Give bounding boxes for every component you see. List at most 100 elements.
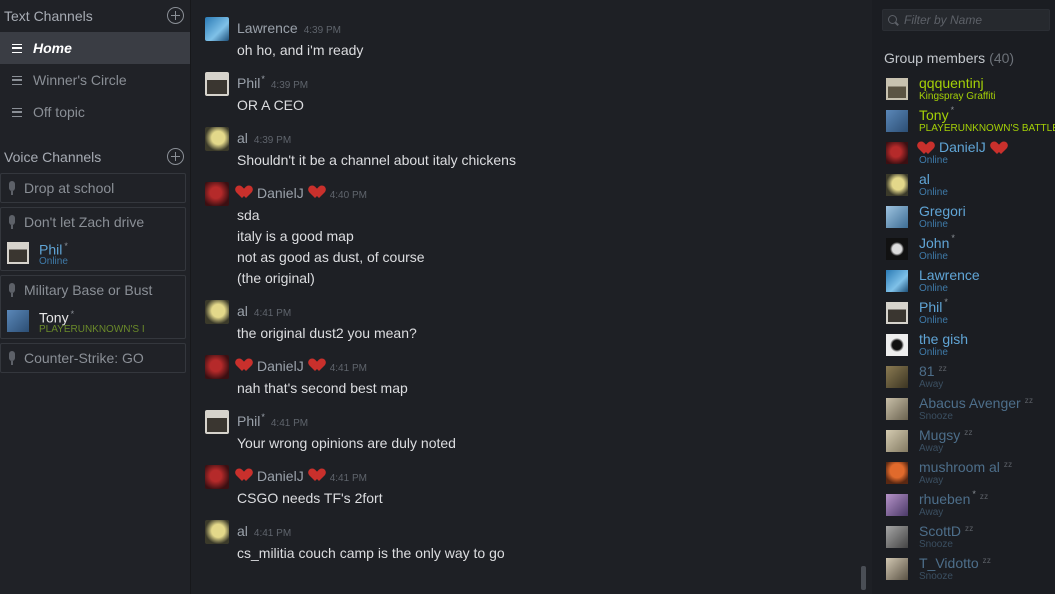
add-text-channel-icon[interactable] xyxy=(167,7,184,24)
voice-channel-label: Drop at school xyxy=(24,180,115,196)
text-channel-off-topic[interactable]: Off topic xyxy=(0,96,190,128)
snooze-icon: z z xyxy=(1003,460,1012,469)
message-header: DanielJ 4:41 PM xyxy=(237,468,367,484)
member-item[interactable]: Lawrence Online xyxy=(872,265,1055,297)
author-star: * xyxy=(261,74,265,84)
avatar[interactable] xyxy=(205,127,229,151)
group-chat-window: Text Channels Home Winner's Circle Off t… xyxy=(0,0,1055,594)
voice-user-phil[interactable]: Phil * Online xyxy=(1,236,185,270)
member-name: qqquentinj xyxy=(919,76,996,91)
member-name: T_Vidotto z z xyxy=(919,556,991,571)
avatar[interactable] xyxy=(205,72,229,96)
message-body: Shouldn't it be a channel about italy ch… xyxy=(237,150,516,171)
member-list: qqquentinj Kingspray Graffiti Tony * PLAYERU… xyxy=(872,73,1055,585)
message-body: cs_militia couch camp is the only way to… xyxy=(237,543,505,564)
member-item[interactable]: Gregori Online xyxy=(872,201,1055,233)
message-header: DanielJ 4:41 PM xyxy=(237,358,367,374)
voice-channel-military-base-or-bust[interactable]: Military Base or Bust Tony * PLAYERUNKNOW… xyxy=(0,275,186,339)
text-channel-winners-circle[interactable]: Winner's Circle xyxy=(0,64,190,96)
avatar[interactable] xyxy=(205,520,229,544)
member-name-text: the gish xyxy=(919,331,969,347)
voice-user-tony[interactable]: Tony * PLAYERUNKNOWN'S I xyxy=(1,304,185,338)
message-line: italy is a good map xyxy=(237,228,354,244)
avatar[interactable] xyxy=(205,300,229,324)
microphone-icon xyxy=(7,215,17,229)
member-star: * xyxy=(951,233,955,243)
voice-channels-header: Voice Channels xyxy=(0,141,190,173)
message-line: nah that's second best map xyxy=(237,380,408,396)
chat-scrollbar[interactable] xyxy=(861,566,866,590)
message-author[interactable]: al xyxy=(237,523,248,539)
voice-user-name: Phil * xyxy=(39,240,68,258)
add-voice-channel-icon[interactable] xyxy=(167,148,184,165)
member-name-text: al xyxy=(919,171,930,187)
member-name: rhueben * z z xyxy=(919,489,988,507)
avatar xyxy=(886,494,908,516)
message-time: 4:41 PM xyxy=(253,308,292,319)
member-item[interactable]: John * Online xyxy=(872,233,1055,265)
message-time: 4:39 PM xyxy=(253,135,292,146)
message-author[interactable]: al xyxy=(237,130,248,146)
message-author[interactable]: al xyxy=(237,303,248,319)
member-filter-input[interactable] xyxy=(904,13,1044,27)
avatar[interactable] xyxy=(205,465,229,489)
text-channel-home[interactable]: Home xyxy=(0,32,190,64)
avatar xyxy=(886,78,908,100)
member-item[interactable]: ScottD z z Snooze xyxy=(872,521,1055,553)
snooze-icon: z z xyxy=(965,524,973,533)
avatar[interactable] xyxy=(205,182,229,206)
message-author[interactable]: DanielJ xyxy=(257,358,304,374)
avatar[interactable] xyxy=(205,355,229,379)
voice-channel-drop-at-school[interactable]: Drop at school xyxy=(0,173,186,203)
message-line: cs_militia couch camp is the only way to… xyxy=(237,545,505,561)
avatar[interactable] xyxy=(205,410,229,434)
voice-channel-header[interactable]: Drop at school xyxy=(1,174,185,202)
member-status: Away xyxy=(919,443,944,454)
message-header: Phil * 4:41 PM xyxy=(237,412,309,429)
avatar xyxy=(7,310,29,332)
member-item[interactable]: DanielJ Online xyxy=(872,137,1055,169)
member-item[interactable]: the gish Online xyxy=(872,329,1055,361)
message-author[interactable]: Phil xyxy=(237,413,260,429)
message-author[interactable]: DanielJ xyxy=(257,185,304,201)
member-name: Gregori xyxy=(919,204,966,219)
message-author[interactable]: DanielJ xyxy=(257,468,304,484)
voice-channel-header[interactable]: Military Base or Bust xyxy=(1,276,185,304)
message-line: Your wrong opinions are duly noted xyxy=(237,435,456,451)
avatar xyxy=(886,334,908,356)
message-line: the original dust2 you mean? xyxy=(237,325,417,341)
member-item[interactable]: Tony * PLAYERUNKNOWN'S BATTLE xyxy=(872,105,1055,137)
voice-channels-label: Voice Channels xyxy=(4,149,102,165)
member-item[interactable]: Mugsy z z Away xyxy=(872,425,1055,457)
avatar xyxy=(886,430,908,452)
member-name-text: mushroom al xyxy=(919,459,1000,475)
message-author[interactable]: Phil xyxy=(237,75,260,91)
avatar[interactable] xyxy=(205,17,229,41)
heart-icon xyxy=(237,469,251,481)
text-channel-label: Winner's Circle xyxy=(33,72,127,88)
member-item[interactable]: mushroom al z z Away xyxy=(872,457,1055,489)
avatar xyxy=(7,242,29,264)
member-item[interactable]: qqquentinj Kingspray Graffiti xyxy=(872,73,1055,105)
message-time: 4:41 PM xyxy=(270,418,309,429)
voice-channel-dont-let-zach-drive[interactable]: Don't let Zach drive Phil * Online xyxy=(0,207,186,271)
message-author[interactable]: Lawrence xyxy=(237,20,298,36)
voice-channel-header[interactable]: Don't let Zach drive xyxy=(1,208,185,236)
avatar xyxy=(886,270,908,292)
message-body: OR A CEO xyxy=(237,95,304,116)
avatar xyxy=(886,206,908,228)
member-item[interactable]: T_Vidotto z z Snooze xyxy=(872,553,1055,585)
avatar xyxy=(886,110,908,132)
voice-channel-counter-strike-go[interactable]: Counter-Strike: GO xyxy=(0,343,186,373)
member-item[interactable]: Abacus Avenger z z Snooze xyxy=(872,393,1055,425)
member-item[interactable]: 81 z z Away xyxy=(872,361,1055,393)
member-filter-box[interactable] xyxy=(882,9,1050,31)
avatar xyxy=(886,526,908,548)
member-item[interactable]: al Online xyxy=(872,169,1055,201)
voice-channel-header[interactable]: Counter-Strike: GO xyxy=(1,344,185,372)
member-item[interactable]: rhueben * z z Away xyxy=(872,489,1055,521)
chat-log[interactable]: Lawrence 4:39 PM oh ho, and i'm ready Phil *… xyxy=(192,0,871,594)
member-name-text: John xyxy=(919,235,950,251)
member-item[interactable]: Phil * Online xyxy=(872,297,1055,329)
member-name-text: qqquentinj xyxy=(919,75,984,91)
